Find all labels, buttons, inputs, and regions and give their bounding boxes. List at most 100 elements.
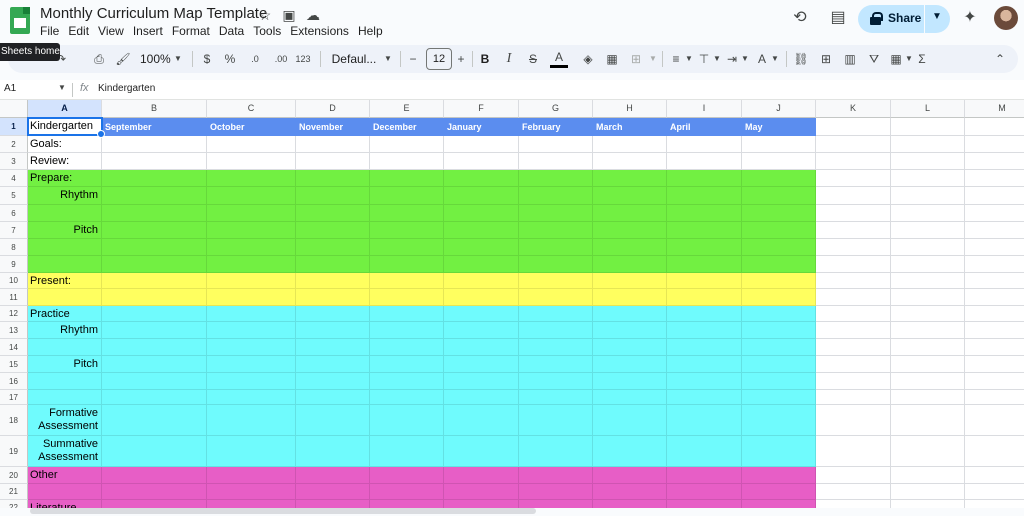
row-header-9[interactable]: 9	[0, 256, 28, 273]
cell-b19[interactable]	[102, 436, 207, 467]
column-header-f[interactable]: F	[444, 100, 519, 118]
decrease-font-size-icon[interactable]: −	[406, 49, 420, 69]
cell-b8[interactable]	[102, 239, 207, 256]
cell-g9[interactable]	[519, 256, 593, 273]
cell-b5[interactable]	[102, 187, 207, 205]
cell-i4[interactable]	[667, 170, 742, 187]
cell-g17[interactable]	[519, 390, 593, 405]
cell-c20[interactable]	[207, 467, 296, 484]
row-header-13[interactable]: 13	[0, 322, 28, 339]
share-button[interactable]: Share ▼	[858, 5, 950, 33]
cell-c15[interactable]	[207, 356, 296, 373]
cell-i20[interactable]	[667, 467, 742, 484]
row-header-10[interactable]: 10	[0, 273, 28, 289]
cell-m5[interactable]	[965, 187, 1024, 205]
row-header-5[interactable]: 5	[0, 187, 28, 205]
cell-d12[interactable]	[296, 306, 370, 322]
cell-h4[interactable]	[593, 170, 667, 187]
text-color-icon[interactable]: A	[550, 49, 568, 68]
cell-l5[interactable]	[891, 187, 965, 205]
cell-m17[interactable]	[965, 390, 1024, 405]
row-header-21[interactable]: 21	[0, 484, 28, 500]
menu-format[interactable]: Format	[172, 24, 215, 38]
row-header-4[interactable]: 4	[0, 170, 28, 187]
cell-e22[interactable]	[370, 500, 444, 508]
cell-j11[interactable]	[742, 289, 816, 306]
cell-c2[interactable]	[207, 136, 296, 153]
cell-f9[interactable]	[444, 256, 519, 273]
cell-m11[interactable]	[965, 289, 1024, 306]
cell-c9[interactable]	[207, 256, 296, 273]
percent-format-button[interactable]: %	[223, 49, 237, 69]
cell-f17[interactable]	[444, 390, 519, 405]
cell-h20[interactable]	[593, 467, 667, 484]
cell-d17[interactable]	[296, 390, 370, 405]
cell-g14[interactable]	[519, 339, 593, 356]
cell-f3[interactable]	[444, 153, 519, 170]
cell-j8[interactable]	[742, 239, 816, 256]
cell-m14[interactable]	[965, 339, 1024, 356]
cell-k16[interactable]	[816, 373, 891, 390]
cell-e2[interactable]	[370, 136, 444, 153]
cell-h9[interactable]	[593, 256, 667, 273]
cell-e4[interactable]	[370, 170, 444, 187]
cell-e13[interactable]	[370, 322, 444, 339]
name-box-dropdown-icon[interactable]: ▼	[58, 83, 66, 92]
column-header-c[interactable]: C	[207, 100, 296, 118]
cell-f16[interactable]	[444, 373, 519, 390]
cell-h7[interactable]	[593, 222, 667, 239]
cell-l4[interactable]	[891, 170, 965, 187]
cell-j16[interactable]	[742, 373, 816, 390]
cell-m6[interactable]	[965, 205, 1024, 222]
cell-h17[interactable]	[593, 390, 667, 405]
cell-m7[interactable]	[965, 222, 1024, 239]
column-header-h[interactable]: H	[593, 100, 667, 118]
cell-k22[interactable]	[816, 500, 891, 508]
cell-c6[interactable]	[207, 205, 296, 222]
row-header-15[interactable]: 15	[0, 356, 28, 373]
cell-m3[interactable]	[965, 153, 1024, 170]
cell-g21[interactable]	[519, 484, 593, 500]
cell-a14[interactable]	[28, 339, 102, 356]
cell-b6[interactable]	[102, 205, 207, 222]
cloud-status-icon[interactable]: ☁	[304, 6, 322, 24]
cell-c12[interactable]	[207, 306, 296, 322]
column-header-d[interactable]: D	[296, 100, 370, 118]
cell-g12[interactable]	[519, 306, 593, 322]
cell-c17[interactable]	[207, 390, 296, 405]
halign-dropdown-icon[interactable]: ▼	[684, 49, 694, 69]
menu-file[interactable]: File	[40, 24, 64, 38]
row-header-8[interactable]: 8	[0, 239, 28, 256]
cell-c16[interactable]	[207, 373, 296, 390]
zoom-select[interactable]: 100%	[140, 49, 171, 69]
cell-d21[interactable]	[296, 484, 370, 500]
menu-extensions[interactable]: Extensions	[290, 24, 354, 38]
cell-a9[interactable]	[28, 256, 102, 273]
cell-i5[interactable]	[667, 187, 742, 205]
menu-edit[interactable]: Edit	[68, 24, 94, 38]
insert-chart-icon[interactable]: ▥	[842, 49, 858, 69]
cell-h3[interactable]	[593, 153, 667, 170]
print-icon[interactable]: ⎙	[90, 49, 108, 69]
cell-g16[interactable]	[519, 373, 593, 390]
cell-d20[interactable]	[296, 467, 370, 484]
cell-f20[interactable]	[444, 467, 519, 484]
cell-g13[interactable]	[519, 322, 593, 339]
cell-h2[interactable]	[593, 136, 667, 153]
cell-g18[interactable]	[519, 405, 593, 436]
cell-m13[interactable]	[965, 322, 1024, 339]
cell-i7[interactable]	[667, 222, 742, 239]
cell-f5[interactable]	[444, 187, 519, 205]
font-size-input[interactable]: 12	[426, 48, 452, 70]
row-header-14[interactable]: 14	[0, 339, 28, 356]
cell-d11[interactable]	[296, 289, 370, 306]
cell-m10[interactable]	[965, 273, 1024, 289]
select-all-corner[interactable]	[0, 100, 28, 118]
cell-f7[interactable]	[444, 222, 519, 239]
cell-b10[interactable]	[102, 273, 207, 289]
cell-h22[interactable]	[593, 500, 667, 508]
cell-b9[interactable]	[102, 256, 207, 273]
cell-m22[interactable]	[965, 500, 1024, 508]
cell-l20[interactable]	[891, 467, 965, 484]
cell-a11[interactable]	[28, 289, 102, 306]
